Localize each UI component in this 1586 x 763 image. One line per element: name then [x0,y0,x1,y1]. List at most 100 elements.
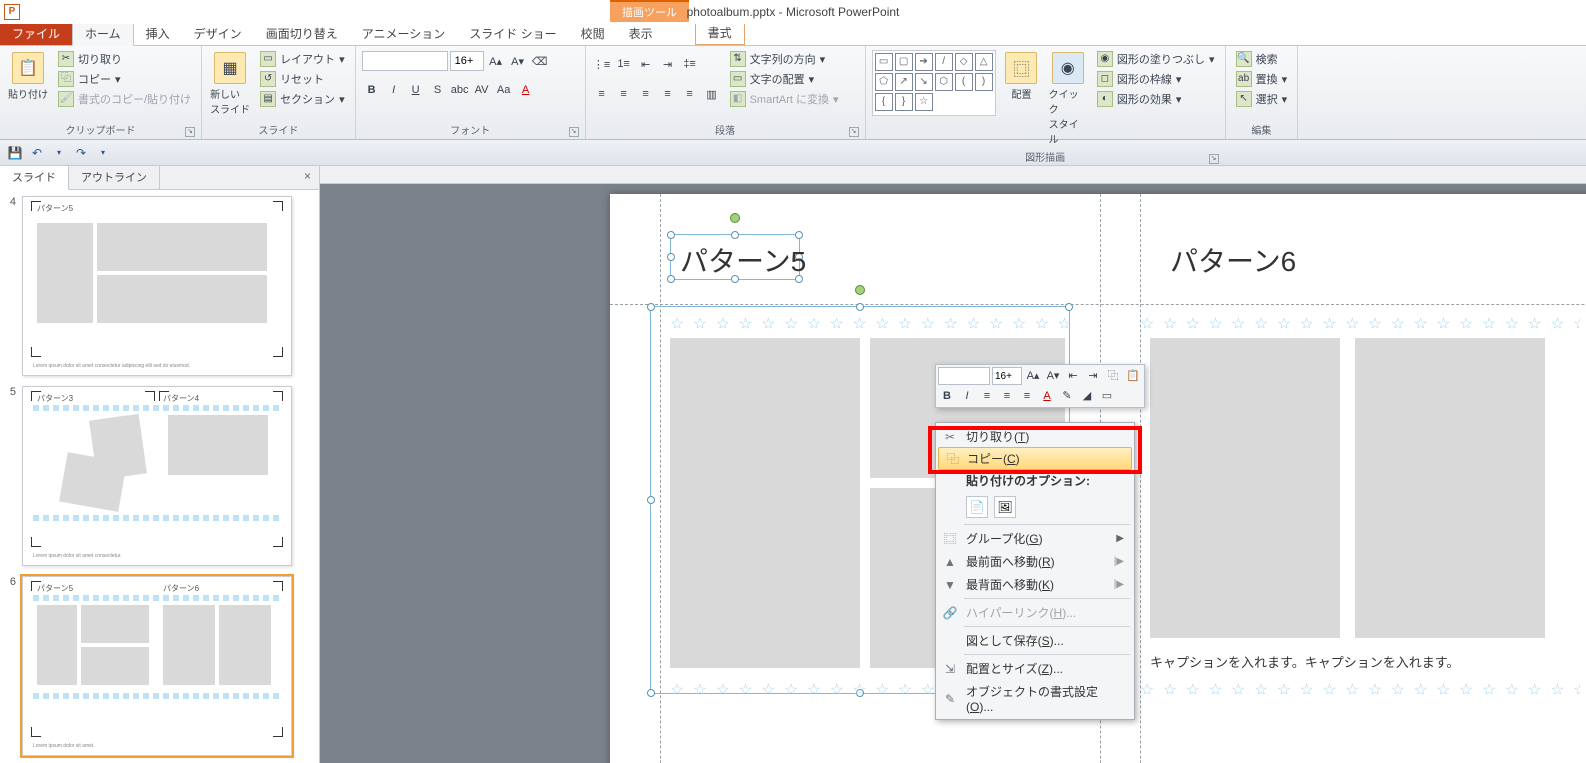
mini-font-size[interactable] [992,367,1022,385]
paste-option-1[interactable]: 📄 [966,496,988,518]
align-center-button[interactable]: ≡ [614,84,634,104]
tab-slideshow[interactable]: スライド ショー [457,22,568,45]
mini-align-left[interactable]: ≡ [978,387,996,405]
shape-effects-button[interactable]: ◐図形の効果▾ [1093,90,1219,108]
char-spacing-button[interactable]: AV [472,80,492,100]
justify-button[interactable]: ≡ [658,84,678,104]
mini-font-name[interactable] [938,367,990,385]
mini-font-color[interactable]: A [1038,387,1056,405]
tab-transitions[interactable]: 画面切り替え [254,22,350,45]
font-color-button[interactable]: A [516,80,536,100]
align-text-button[interactable]: ▭文字の配置▾ [726,70,843,88]
thumbnails-list[interactable]: 4 パターン5 Lorem ipsum dolor sit amet conse… [0,190,319,763]
line-spacing-button[interactable]: ‡≡ [680,54,700,74]
grow-font-button[interactable]: A▴ [486,51,506,71]
placeholder-image[interactable] [1150,338,1340,638]
change-case-button[interactable]: Aa [494,80,514,100]
caption-text[interactable]: キャプションを入れます。キャプションを入れます。 [1150,652,1459,671]
font-size-input[interactable] [450,51,484,71]
dialog-launcher-icon[interactable]: ↘ [185,127,195,137]
dialog-launcher-icon[interactable]: ↘ [849,127,859,137]
close-pane-button[interactable]: × [296,166,319,189]
layout-button[interactable]: ▭レイアウト▾ [256,50,349,68]
mini-align-center[interactable]: ≡ [998,387,1016,405]
thumbnail-item[interactable]: 5 パターン3 パターン4 Lorem ipsum dolor sit amet… [2,386,313,566]
slide-editor[interactable]: パターン5 パターン6 ☆ ☆ ☆ ☆ ☆ ☆ ☆ ☆ ☆ ☆ ☆ ☆ ☆ ☆ … [320,166,1586,763]
placeholder-image[interactable] [1355,338,1545,638]
slide-title-1[interactable]: パターン5 [680,240,806,280]
mini-bold[interactable]: B [938,387,956,405]
clear-formatting-button[interactable]: ⌫ [530,51,550,71]
tab-home[interactable]: ホーム [72,21,134,46]
qat-customize-button[interactable]: ▾ [94,144,112,162]
tab-slides-pane[interactable]: スライド [0,166,69,190]
new-slide-button[interactable]: ▦ 新しい スライド [208,50,252,118]
columns-button[interactable]: ▥ [702,84,722,104]
ctx-bring-front[interactable]: ▲最前面へ移動(R)|▶ [936,550,1134,573]
mini-increase-indent[interactable]: ⇥ [1084,367,1102,385]
tab-review[interactable]: 校閲 [569,22,617,45]
italic-button[interactable]: I [384,80,404,100]
slide-thumbnail[interactable]: パターン5 Lorem ipsum dolor sit amet consect… [22,196,292,376]
shape-fill-button[interactable]: ◉図形の塗りつぶし▾ [1093,50,1219,68]
mini-toolbar[interactable]: A▴ A▾ ⇤ ⇥ ⿻ 📋 B I ≡ ≡ ≡ A ✎ ◢ ▭ [935,364,1145,408]
find-button[interactable]: 🔍検索 [1232,50,1292,68]
numbering-button[interactable]: 1≡ [614,54,634,74]
tab-view[interactable]: 表示 [617,22,665,45]
tab-outline-pane[interactable]: アウトライン [69,166,160,189]
ctx-cut[interactable]: ✂切り取り(T) [936,425,1134,448]
thumbnail-item[interactable]: 6 パターン5 パターン6 Lorem ipsum dolor sit amet… [2,576,313,756]
convert-smartart-button[interactable]: ◧SmartArt に変換▾ [726,90,843,108]
placeholder-image[interactable] [670,338,860,668]
distributed-button[interactable]: ≡ [680,84,700,104]
mini-copy-icon[interactable]: ⿻ [1104,367,1122,385]
strikethrough-button[interactable]: abc [450,80,470,100]
shrink-font-button[interactable]: A▾ [508,51,528,71]
tab-file[interactable]: ファイル [0,22,72,45]
mini-align-right[interactable]: ≡ [1018,387,1036,405]
dialog-launcher-icon[interactable]: ↘ [569,127,579,137]
dialog-launcher-icon[interactable]: ↘ [1209,154,1219,164]
redo-button[interactable]: ↷ [72,144,90,162]
section-button[interactable]: ▤セクション▾ [256,90,349,108]
ctx-format-object[interactable]: ✎オブジェクトの書式設定(O)... [936,680,1134,717]
text-direction-button[interactable]: ⇅文字列の方向▾ [726,50,843,68]
slide-thumbnail[interactable]: パターン3 パターン4 Lorem ipsum dolor sit amet c… [22,386,292,566]
increase-indent-button[interactable]: ⇥ [658,54,678,74]
arrange-button[interactable]: ⿴配置 [1000,50,1042,103]
thumbnail-item[interactable]: 4 パターン5 Lorem ipsum dolor sit amet conse… [2,196,313,376]
mini-outline[interactable]: ▭ [1098,387,1116,405]
paste-button[interactable]: 📋 貼り付け [6,50,50,103]
bullets-button[interactable]: ⋮≡ [592,54,612,74]
paste-option-2[interactable]: 🖼 [994,496,1016,518]
quick-styles-button[interactable]: ◉クイック スタイル [1047,50,1089,148]
mini-grow-font[interactable]: A▴ [1024,367,1042,385]
decrease-indent-button[interactable]: ⇤ [636,54,656,74]
mini-fill[interactable]: ◢ [1078,387,1096,405]
shapes-gallery[interactable]: ▭▢➔/◇ △⬠↗↘⬡ (){}☆ [872,50,997,116]
slide-thumbnail-selected[interactable]: パターン5 パターン6 Lorem ipsum dolor sit amet. [22,576,292,756]
cut-button[interactable]: ✂切り取り [54,50,195,68]
tab-design[interactable]: デザイン [182,22,254,45]
ctx-size-position[interactable]: ⇲配置とサイズ(Z)... [936,657,1134,680]
font-name-input[interactable] [362,51,448,71]
tab-format[interactable]: 書式 [695,21,745,45]
mini-paste-icon[interactable]: 📋 [1124,367,1142,385]
undo-button[interactable]: ↶ [28,144,46,162]
copy-button[interactable]: ⿻コピー▾ [54,70,195,88]
underline-button[interactable]: U [406,80,426,100]
mini-italic[interactable]: I [958,387,976,405]
mini-decrease-indent[interactable]: ⇤ [1064,367,1082,385]
select-button[interactable]: ↖選択▾ [1232,90,1292,108]
align-right-button[interactable]: ≡ [636,84,656,104]
ctx-copy[interactable]: ⿻コピー(C) [938,447,1132,470]
bold-button[interactable]: B [362,80,382,100]
shadow-button[interactable]: S [428,80,448,100]
undo-dropdown[interactable]: ▾ [50,144,68,162]
ctx-send-back[interactable]: ▼最背面へ移動(K)|▶ [936,573,1134,596]
ctx-save-as-picture[interactable]: 図として保存(S)... [936,629,1134,652]
slide-title-2[interactable]: パターン6 [1170,240,1296,280]
shape-outline-button[interactable]: ◻図形の枠線▾ [1093,70,1219,88]
tab-animations[interactable]: アニメーション [350,22,458,45]
mini-shrink-font[interactable]: A▾ [1044,367,1062,385]
